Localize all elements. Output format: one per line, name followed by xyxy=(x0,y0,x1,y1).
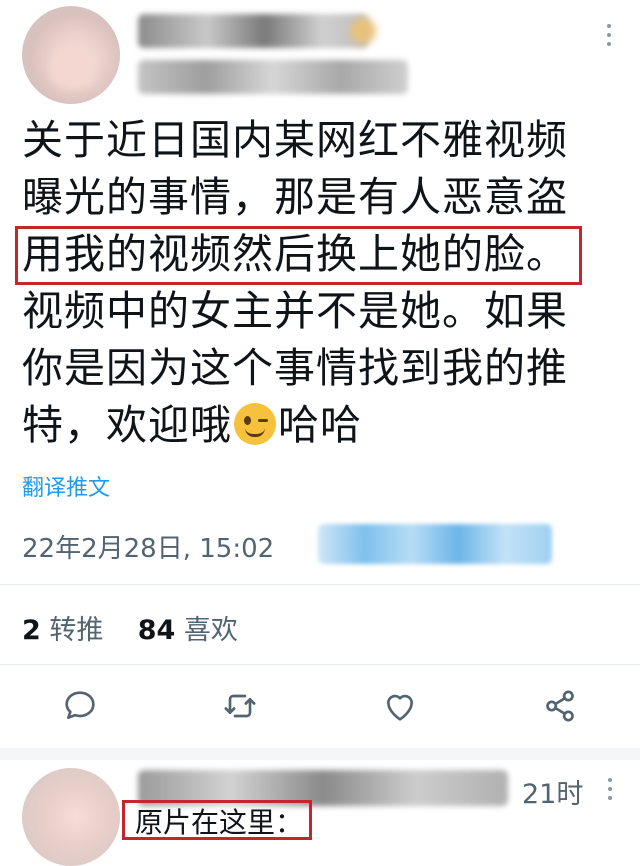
tweet-line: 特，欢迎哦 哈哈 xyxy=(22,401,362,449)
tweet-line: 视频中的女主并不是她。如果 xyxy=(22,287,568,335)
like-label[interactable]: 喜欢 xyxy=(184,615,238,646)
winking-face-emoji-icon xyxy=(234,403,276,445)
retweet-icon[interactable] xyxy=(220,686,260,726)
blurred-username xyxy=(138,60,408,94)
blurred-badge xyxy=(350,18,376,44)
timestamp[interactable]: 22年2月28日, 15:02 xyxy=(22,528,274,565)
avatar[interactable] xyxy=(22,6,120,104)
blurred-display-name xyxy=(138,14,368,48)
more-options-icon[interactable] xyxy=(606,24,612,46)
divider xyxy=(0,664,640,665)
reply-more-options-icon[interactable] xyxy=(607,778,612,805)
like-count[interactable]: 84 xyxy=(138,615,176,646)
retweet-label[interactable]: 转推 xyxy=(49,615,103,646)
highlight-box xyxy=(15,226,582,285)
section-gap xyxy=(0,748,640,760)
share-icon[interactable] xyxy=(540,686,580,726)
translate-tweet-link[interactable]: 翻译推文 xyxy=(22,470,110,502)
blurred-source-label xyxy=(318,524,552,564)
tweet-stats: 2 转推 84 喜欢 xyxy=(22,608,238,647)
retweet-count[interactable]: 2 xyxy=(22,615,41,646)
reply-time[interactable]: 21时 xyxy=(522,772,583,811)
tweet-line: 你是因为这个事情找到我的推 xyxy=(22,344,568,392)
reply-avatar[interactable] xyxy=(22,768,120,866)
divider xyxy=(0,584,640,585)
reply-icon[interactable] xyxy=(60,686,100,726)
like-icon[interactable] xyxy=(380,686,420,726)
reply-text: 原片在这里： xyxy=(122,800,312,840)
action-bar xyxy=(0,686,640,726)
tweet-line: 曝光的事情，那是有人恶意盗 xyxy=(22,173,568,221)
tweet-line: 关于近日国内某网红不雅视频 xyxy=(22,116,568,164)
